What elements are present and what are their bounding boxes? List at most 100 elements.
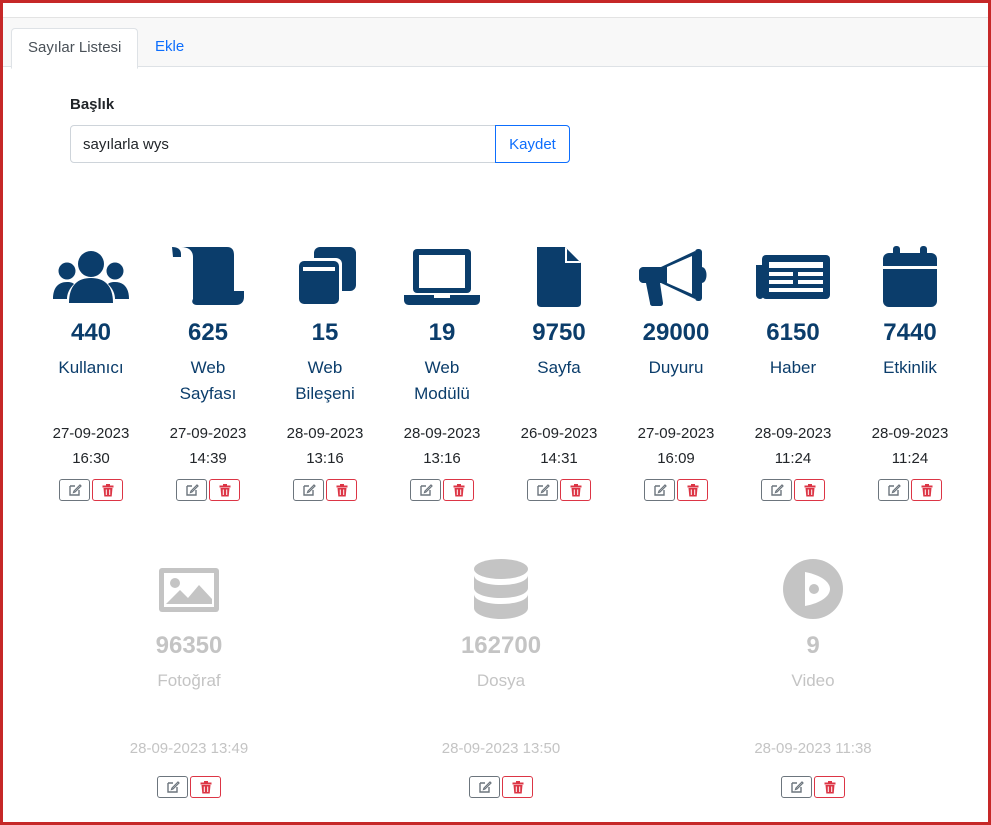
delete-button[interactable] [443, 479, 474, 501]
stat-time: 13:16 [423, 450, 461, 467]
users-icon [53, 251, 129, 303]
stat-card: 29000 Duyuru 27-09-2023 16:09 [626, 245, 726, 501]
stat-number: 29000 [642, 319, 710, 346]
edit-icon [185, 484, 199, 496]
stat-label-line2 [41, 381, 141, 407]
stat-label-line2: Bileşeni [295, 384, 355, 403]
edit-button[interactable] [878, 479, 909, 501]
stat-time: 16:30 [72, 450, 110, 467]
stat-card: 7440 Etkinlik 28-09-2023 11:24 [860, 245, 960, 501]
title-input[interactable] [70, 125, 496, 163]
stat-number: 6150 [766, 319, 820, 346]
clone-icon [296, 247, 356, 306]
trash-icon [336, 483, 347, 496]
trash-icon [219, 483, 230, 496]
edit-icon [536, 484, 550, 496]
stat-label-line2 [743, 381, 843, 407]
edit-icon [302, 484, 316, 496]
stat-card: 19 Web Modülü 28-09-2023 13:16 [392, 245, 492, 501]
calendar-icon [883, 246, 937, 307]
stat-time: 11:24 [774, 450, 812, 467]
delete-button[interactable] [794, 479, 825, 501]
stat-datetime: 28-09-2023 13:49 [129, 740, 249, 757]
delete-button[interactable] [560, 479, 591, 501]
stat-time: 14:39 [189, 450, 227, 467]
edit-button[interactable] [761, 479, 792, 501]
stat-label: Web [424, 358, 460, 377]
edit-icon [887, 484, 901, 496]
newspaper-icon [756, 255, 830, 299]
stat-card: 440 Kullanıcı 27-09-2023 16:30 [41, 245, 141, 501]
stat-number: 7440 [883, 319, 937, 346]
delete-button[interactable] [911, 479, 942, 501]
edit-icon [790, 781, 804, 793]
stat-date: 27-09-2023 [637, 425, 715, 442]
save-button[interactable]: Kaydet [495, 125, 570, 163]
trash-icon [453, 483, 464, 496]
edit-button[interactable] [469, 776, 500, 798]
delete-button[interactable] [92, 479, 123, 501]
stat-label: Haber [769, 358, 817, 377]
stat-label: Dosya [476, 671, 526, 690]
stat-label-line2 [860, 381, 960, 407]
edit-button[interactable] [176, 479, 207, 501]
stat-date: 28-09-2023 [286, 425, 364, 442]
stat-date: 28-09-2023 [754, 425, 832, 442]
stat-card-muted: 162700 Dosya 28-09-2023 13:50 [411, 558, 591, 798]
stat-label-line2 [626, 381, 726, 407]
stat-number: 440 [70, 319, 112, 346]
stat-date: 28-09-2023 [871, 425, 949, 442]
trash-icon [102, 483, 113, 496]
stat-date: 27-09-2023 [169, 425, 247, 442]
stat-time: 13:16 [306, 450, 344, 467]
bullhorn-icon [639, 249, 707, 306]
tab-ekle[interactable]: Ekle [139, 28, 200, 68]
stat-label-line2: Modülü [414, 384, 470, 403]
stat-datetime: 28-09-2023 13:50 [441, 740, 561, 757]
stat-label: Duyuru [648, 358, 704, 377]
stat-time: 14:31 [540, 450, 578, 467]
stat-label: Fotoğraf [157, 671, 221, 690]
edit-button[interactable] [59, 479, 90, 501]
edit-button[interactable] [644, 479, 675, 501]
trash-icon [200, 780, 211, 793]
trash-icon [512, 780, 523, 793]
edit-button[interactable] [781, 776, 812, 798]
delete-button[interactable] [677, 479, 708, 501]
stat-card-muted: 9 Video 28-09-2023 11:38 [723, 558, 903, 798]
stat-datetime: 28-09-2023 11:38 [754, 740, 872, 757]
laptop-icon [404, 249, 480, 305]
trash-icon [687, 483, 698, 496]
stat-label: Sayfa [537, 358, 581, 377]
delete-button[interactable] [209, 479, 240, 501]
delete-button[interactable] [814, 776, 845, 798]
stat-card: 15 Web Bileşeni 28-09-2023 13:16 [275, 245, 375, 501]
delete-button[interactable] [190, 776, 221, 798]
stat-date: 27-09-2023 [52, 425, 130, 442]
delete-button[interactable] [502, 776, 533, 798]
stat-card: 9750 Sayfa 26-09-2023 14:31 [509, 245, 609, 501]
trash-icon [824, 780, 835, 793]
stat-number: 96350 [155, 632, 223, 659]
stat-time: 11:24 [891, 450, 929, 467]
trash-icon [570, 483, 581, 496]
stat-date: 28-09-2023 [403, 425, 481, 442]
tab-sayilar-listesi[interactable]: Sayılar Listesi [11, 28, 139, 69]
edit-button[interactable] [527, 479, 558, 501]
file-icon [537, 247, 581, 307]
edit-button[interactable] [410, 479, 441, 501]
trash-icon [804, 483, 815, 496]
stat-number: 625 [187, 319, 229, 346]
stat-number: 9750 [532, 319, 586, 346]
edit-icon [770, 484, 784, 496]
stat-time: 16:09 [657, 450, 695, 467]
stat-card: 6150 Haber 28-09-2023 11:24 [743, 245, 843, 501]
delete-button[interactable] [326, 479, 357, 501]
edit-button[interactable] [293, 479, 324, 501]
image-icon [159, 568, 219, 612]
edit-button[interactable] [157, 776, 188, 798]
stat-label-line2: Sayfası [179, 384, 237, 403]
stat-label: Web [190, 358, 226, 377]
stat-label: Web [307, 358, 343, 377]
edit-icon [478, 781, 492, 793]
